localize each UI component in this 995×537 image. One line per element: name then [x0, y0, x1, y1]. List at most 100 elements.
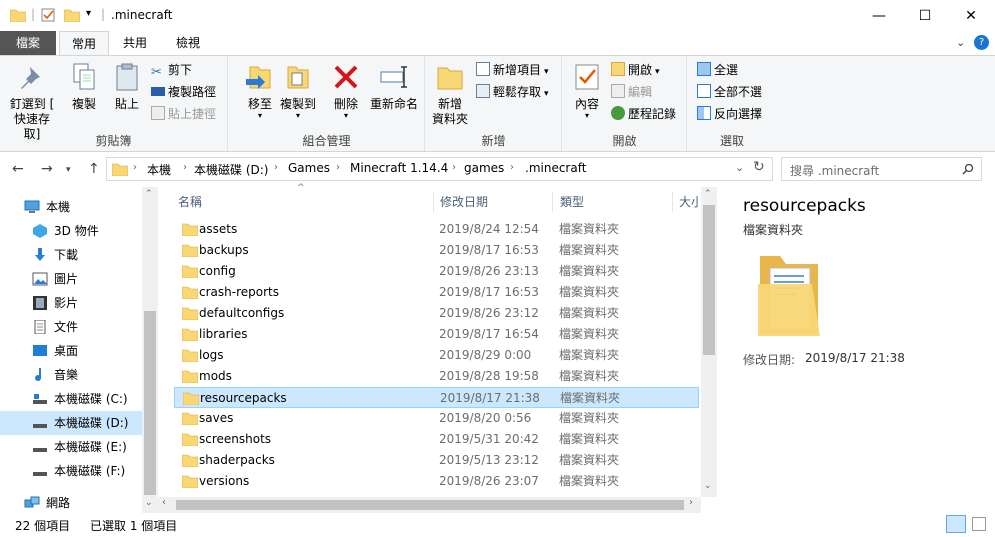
nav-drive-c[interactable]: 本機磁碟 (C:)	[0, 387, 142, 411]
cut-button[interactable]: ✂ 剪下	[151, 60, 192, 80]
file-list-hscroll-thumb[interactable]	[176, 500, 684, 510]
new-item-button[interactable]: 新增項目 ▾	[476, 60, 549, 80]
list-item[interactable]: crash-reports 2019/8/17 16:53 檔案資料夾	[174, 282, 699, 303]
file-list-scroll-thumb[interactable]	[703, 205, 715, 355]
select-none-button[interactable]: 全部不選	[697, 82, 762, 102]
breadcrumb-separator-icon[interactable]: ›	[274, 162, 278, 173]
column-header-name[interactable]: 名稱	[178, 190, 202, 214]
scroll-down-icon[interactable]: ⌄	[145, 498, 153, 508]
list-item[interactable]: mods 2019/8/28 19:58 檔案資料夾	[174, 366, 699, 387]
copy-path-button[interactable]: 複製路徑	[151, 82, 216, 102]
edit-button[interactable]: 編輯	[611, 82, 652, 102]
new-folder-button[interactable]: 新增 資料夾	[428, 61, 472, 127]
up-arrow-icon[interactable]: ↑	[88, 161, 100, 177]
details-view-icon[interactable]	[946, 515, 966, 533]
tab-file[interactable]: 檔案	[0, 31, 56, 55]
history-button[interactable]: 歷程記錄	[611, 104, 676, 124]
nav-documents[interactable]: 文件	[0, 315, 142, 339]
maximize-button[interactable]: ☐	[902, 0, 948, 31]
nav-desktop[interactable]: 桌面	[0, 339, 142, 363]
recent-locations-icon[interactable]: ▾	[66, 165, 71, 175]
properties-icon[interactable]	[41, 8, 57, 22]
rename-button[interactable]: 重新命名	[367, 61, 421, 112]
list-item[interactable]: config 2019/8/26 23:13 檔案資料夾	[174, 261, 699, 282]
list-item[interactable]: libraries 2019/8/17 16:54 檔案資料夾	[174, 324, 699, 345]
folder-icon	[182, 433, 198, 446]
refresh-icon[interactable]: ↻	[753, 159, 765, 175]
breadcrumb-games[interactable]: Games	[288, 161, 330, 175]
nav-drive-f[interactable]: 本機磁碟 (F:)	[0, 459, 142, 483]
list-item[interactable]: saves 2019/8/20 0:56 檔案資料夾	[174, 408, 699, 429]
nav-this-pc[interactable]: 本機	[0, 195, 142, 219]
column-header-date[interactable]: 修改日期	[440, 190, 488, 214]
column-header-type[interactable]: 類型	[560, 190, 584, 214]
properties-button[interactable]: 內容 ▾	[567, 61, 607, 120]
sidebar-scroll-thumb[interactable]	[144, 311, 156, 495]
minimize-button[interactable]: —	[856, 0, 902, 31]
copy-button[interactable]: 複製	[64, 61, 104, 112]
breadcrumb-drive-d[interactable]: 本機磁碟 (D:)	[194, 161, 268, 178]
copy-to-button[interactable]: 複製到 ▾	[273, 61, 323, 120]
nav-3d-objects[interactable]: 3D 物件	[0, 219, 142, 243]
search-input[interactable]: 搜尋 .minecraft	[781, 157, 982, 181]
address-dropdown-icon[interactable]: ⌄	[735, 161, 744, 174]
breadcrumb-current[interactable]: .minecraft	[525, 161, 586, 175]
list-item[interactable]: logs 2019/8/29 0:00 檔案資料夾	[174, 345, 699, 366]
qat-dropdown-icon[interactable]: ▾	[86, 8, 91, 19]
tab-home[interactable]: 常用	[59, 31, 109, 55]
easy-access-button[interactable]: 輕鬆存取 ▾	[476, 82, 549, 102]
breadcrumb-games-sub[interactable]: games	[464, 161, 504, 175]
paste-button[interactable]: 貼上	[108, 61, 146, 112]
tab-share[interactable]: 共用	[112, 31, 158, 55]
nav-downloads[interactable]: 下載	[0, 243, 142, 267]
nav-pictures[interactable]: 圖片	[0, 267, 142, 291]
breadcrumb-this-pc[interactable]: 本機	[147, 161, 171, 178]
column-divider[interactable]	[552, 192, 553, 212]
list-item[interactable]: screenshots 2019/5/31 20:42 檔案資料夾	[174, 429, 699, 450]
scroll-up-icon[interactable]: ⌃	[145, 189, 153, 199]
list-item[interactable]: defaultconfigs 2019/8/26 23:12 檔案資料夾	[174, 303, 699, 324]
breadcrumb-separator-icon[interactable]: ›	[510, 162, 514, 173]
breadcrumb-separator-icon[interactable]: ›	[183, 162, 187, 173]
nav-drive-d[interactable]: 本機磁碟 (D:)	[0, 411, 142, 435]
tab-view[interactable]: 檢視	[165, 31, 211, 55]
breadcrumb-minecraft[interactable]: Minecraft 1.14.4	[350, 161, 448, 175]
help-icon[interactable]: ?	[974, 35, 989, 50]
close-button[interactable]: ✕	[948, 0, 994, 31]
ribbon-collapse-icon[interactable]: ⌄	[956, 36, 965, 49]
search-icon[interactable]	[962, 163, 974, 175]
file-list-horizontal-scrollbar[interactable]: ‹ ›	[158, 497, 701, 513]
file-list-vertical-scrollbar[interactable]: ⌃ ⌄	[701, 187, 717, 497]
column-divider[interactable]	[672, 192, 673, 212]
column-divider[interactable]	[433, 192, 434, 212]
new-folder-icon[interactable]	[64, 8, 80, 22]
breadcrumb-separator-icon[interactable]: ›	[452, 162, 456, 173]
nav-music[interactable]: 音樂	[0, 363, 142, 387]
scroll-right-icon[interactable]: ›	[689, 497, 693, 508]
scroll-left-icon[interactable]: ‹	[162, 497, 166, 508]
scroll-down-icon[interactable]: ⌄	[704, 481, 712, 491]
select-all-button[interactable]: 全選	[697, 60, 738, 80]
invert-selection-button[interactable]: 反向選擇	[697, 104, 762, 124]
list-item-selected[interactable]: resourcepacks 2019/8/17 21:38 檔案資料夾	[174, 387, 699, 408]
list-item[interactable]: versions 2019/8/26 23:07 檔案資料夾	[174, 471, 699, 492]
open-button[interactable]: 開啟 ▾	[611, 60, 660, 80]
large-icons-view-icon[interactable]	[972, 517, 986, 531]
nav-videos[interactable]: 影片	[0, 291, 142, 315]
list-item[interactable]: shaderpacks 2019/5/13 23:12 檔案資料夾	[174, 450, 699, 471]
column-header-size[interactable]: 大小	[679, 190, 699, 214]
nav-network[interactable]: 網路	[0, 491, 142, 515]
pin-to-quick-access-button[interactable]: 釘選到 [ 快速存取]	[6, 61, 58, 142]
scroll-up-icon[interactable]: ⌃	[704, 189, 712, 199]
delete-button[interactable]: 刪除 ▾	[329, 61, 363, 120]
list-item[interactable]: assets 2019/8/24 12:54 檔案資料夾	[174, 219, 699, 240]
sidebar-scrollbar[interactable]: ⌃ ⌄	[142, 187, 158, 513]
list-item[interactable]: backups 2019/8/17 16:53 檔案資料夾	[174, 240, 699, 261]
back-arrow-icon[interactable]: ←	[12, 161, 24, 177]
paste-shortcut-button[interactable]: 貼上捷徑	[151, 104, 216, 124]
breadcrumb-separator-icon[interactable]: ›	[336, 162, 340, 173]
address-bar[interactable]: › 本機 › 本機磁碟 (D:) › Games › Minecraft 1.1…	[106, 157, 773, 181]
breadcrumb-separator-icon[interactable]: ›	[133, 162, 137, 173]
nav-drive-e[interactable]: 本機磁碟 (E:)	[0, 435, 142, 459]
forward-arrow-icon[interactable]: →	[41, 161, 53, 177]
